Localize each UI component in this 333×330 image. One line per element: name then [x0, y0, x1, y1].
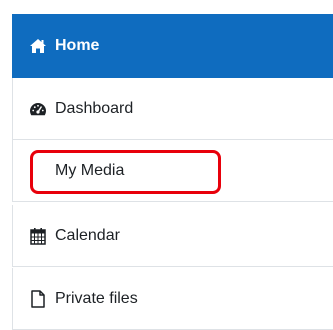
- nav-item-private-files-label: Private files: [55, 289, 138, 307]
- dashboard-icon: [29, 100, 47, 118]
- home-icon: [29, 37, 47, 55]
- nav-item-dashboard[interactable]: Dashboard: [12, 78, 333, 140]
- file-icon: [29, 289, 47, 308]
- nav-item-calendar[interactable]: Calendar: [12, 205, 333, 267]
- nav-item-home-label: Home: [55, 36, 100, 54]
- nav-item-dashboard-label: Dashboard: [55, 99, 134, 117]
- nav-item-calendar-label: Calendar: [55, 226, 120, 244]
- nav-item-my-media-label: My Media: [55, 161, 125, 179]
- nav-item-home[interactable]: Home: [12, 14, 333, 78]
- nav-item-private-files[interactable]: Private files: [12, 268, 333, 330]
- calendar-icon: [29, 227, 47, 245]
- nav-item-my-media[interactable]: My Media: [12, 140, 333, 202]
- navigation-menu: Home Dashboard My Media Calendar Private…: [0, 0, 333, 330]
